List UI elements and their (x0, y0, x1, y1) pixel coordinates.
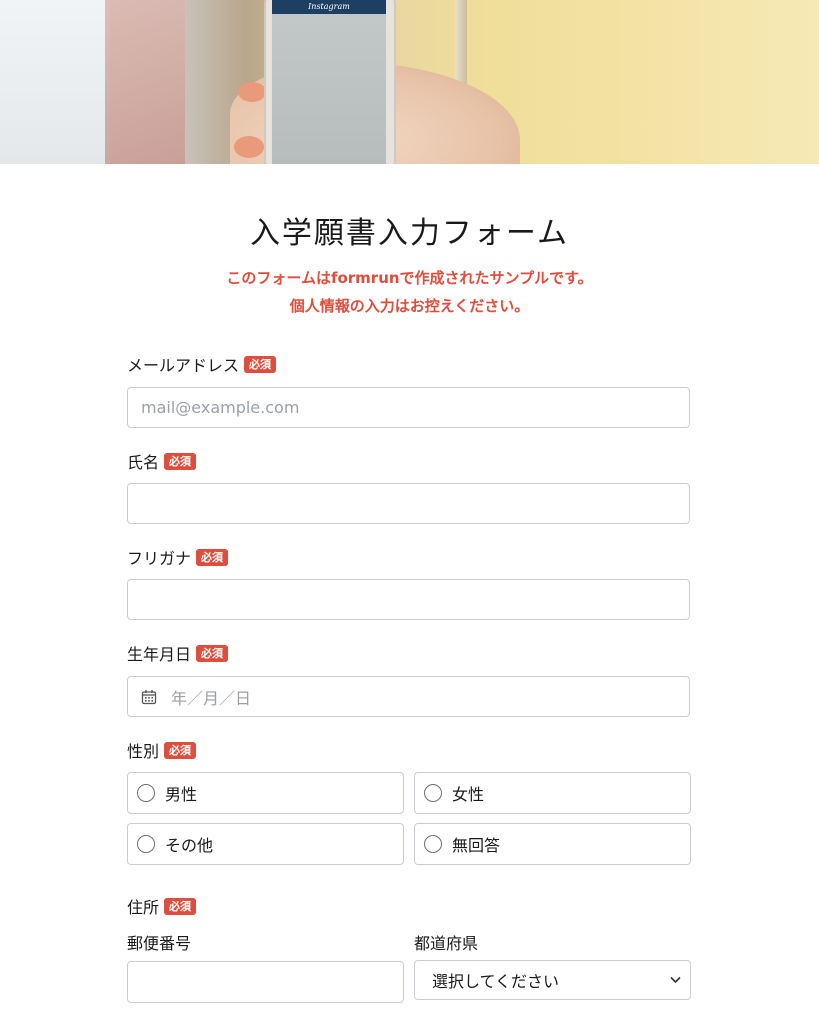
gender-label-row: 性別 必須 (127, 738, 197, 762)
hero-image: Instagram (0, 0, 819, 164)
radio-button[interactable] (137, 835, 155, 853)
gender-option-male[interactable]: 男性 (127, 772, 404, 814)
gender-option-label: 女性 (452, 785, 485, 804)
furigana-label: フリガナ (127, 549, 192, 568)
hero-phone-screen (272, 0, 386, 164)
address-label-row: 住所 必須 (127, 894, 197, 918)
form-title: 入学願書入力フォーム (249, 216, 570, 251)
birthdate-label-row: 生年月日 必須 (127, 641, 229, 665)
name-label: 氏名 (127, 453, 160, 472)
name-label-row: 氏名 必須 (127, 449, 197, 473)
notice-line-1: このフォームはformrunで作成されたサンプルです。 (226, 269, 593, 287)
required-badge: 必須 (164, 897, 197, 915)
gender-option-label: その他 (165, 836, 214, 855)
radio-button[interactable] (137, 784, 155, 802)
postal-code-field[interactable] (127, 961, 404, 1003)
gender-option-label: 無回答 (452, 836, 501, 855)
required-badge: 必須 (164, 452, 197, 470)
furigana-field[interactable] (127, 579, 690, 620)
chevron-down-icon (670, 976, 681, 984)
name-field[interactable] (127, 483, 690, 524)
hero-fingernail (238, 82, 266, 102)
hero-phone-app-bar: Instagram (272, 0, 386, 14)
email-placeholder: mail@example.com (141, 398, 300, 417)
gender-label: 性別 (127, 742, 160, 761)
hero-wall (0, 0, 110, 164)
gender-option-label: 男性 (165, 785, 198, 804)
required-badge: 必須 (244, 355, 277, 373)
required-badge: 必須 (196, 644, 229, 662)
required-badge: 必須 (164, 741, 197, 759)
radio-button[interactable] (424, 784, 442, 802)
address-label: 住所 (127, 898, 160, 917)
prefecture-label: 都道府県 (414, 934, 479, 953)
notice-line-2: 個人情報の入力はお控えください。 (289, 297, 530, 315)
postal-code-label: 郵便番号 (127, 934, 192, 953)
email-field[interactable]: mail@example.com (127, 387, 690, 428)
radio-button[interactable] (424, 835, 442, 853)
birthdate-placeholder: 年／月／日 (171, 688, 252, 708)
form-notice: このフォームはformrunで作成されたサンプルです。 個人情報の入力はお控えく… (0, 264, 819, 320)
birthdate-field[interactable]: 年／月／日 (127, 676, 690, 717)
hero-fingernail (234, 136, 264, 158)
calendar-icon (141, 689, 157, 704)
gender-option-female[interactable]: 女性 (414, 772, 691, 814)
prefecture-selected: 選択してください (432, 972, 560, 991)
birthdate-label: 生年月日 (127, 645, 192, 664)
required-badge: 必須 (196, 548, 229, 566)
email-label-row: メールアドレス 必須 (127, 352, 277, 376)
furigana-label-row: フリガナ 必須 (127, 545, 229, 569)
prefecture-select[interactable]: 選択してください (414, 960, 691, 1000)
gender-option-no-answer[interactable]: 無回答 (414, 823, 691, 865)
gender-option-other[interactable]: その他 (127, 823, 404, 865)
hero-building (105, 0, 185, 164)
email-label: メールアドレス (127, 356, 240, 375)
